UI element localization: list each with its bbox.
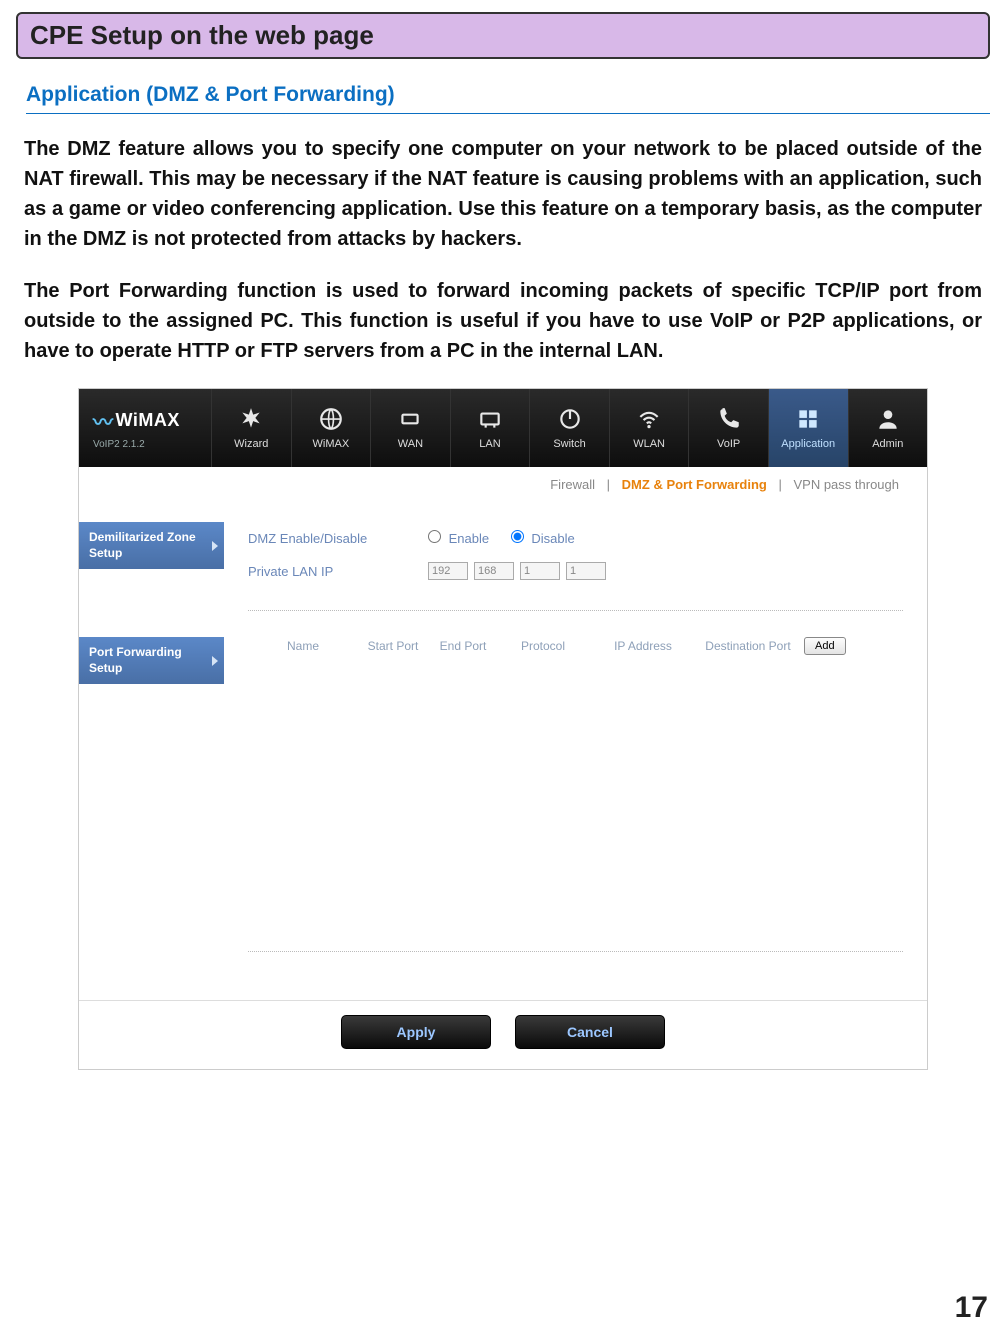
private-ip-row: Private LAN IP xyxy=(248,562,903,580)
separator-bottom xyxy=(248,951,903,952)
nav-admin[interactable]: Admin xyxy=(848,389,928,467)
subtab-firewall[interactable]: Firewall xyxy=(550,477,595,492)
wifi-icon xyxy=(636,406,662,432)
pf-table-header: Name Start Port End Port Protocol IP Add… xyxy=(248,631,903,661)
nav-wlan[interactable]: WLAN xyxy=(609,389,689,467)
private-ip-label: Private LAN IP xyxy=(248,564,428,579)
phone-icon xyxy=(716,406,742,432)
col-dest-port: Destination Port xyxy=(698,639,798,653)
globe-icon xyxy=(318,406,344,432)
main-panel: DMZ Enable/Disable Enable Disable Privat… xyxy=(224,500,927,1000)
radio-disable-label: Disable xyxy=(531,531,574,546)
section-heading: Application (DMZ & Port Forwarding) xyxy=(26,83,990,114)
sidebar-item-dmz[interactable]: Demilitarized Zone Setup xyxy=(79,522,224,569)
logo-swoosh-icon: 〰 xyxy=(93,406,114,435)
nav-items: Wizard WiMAX WAN LAN Switch xyxy=(211,389,927,467)
sub-tab-bar: Firewall | DMZ & Port Forwarding | VPN p… xyxy=(79,467,927,500)
nav-label: WAN xyxy=(398,438,423,450)
top-nav-bar: 〰 WiMAX VoIP2 2.1.2 Wizard WiMAX WAN xyxy=(79,389,927,467)
dmz-radio-group: Enable Disable xyxy=(428,530,593,546)
nav-lan[interactable]: LAN xyxy=(450,389,530,467)
col-protocol: Protocol xyxy=(498,639,588,653)
admin-icon xyxy=(875,406,901,432)
page-number: 17 xyxy=(955,1291,988,1325)
empty-area xyxy=(248,661,903,921)
power-icon xyxy=(557,406,583,432)
nav-label: Switch xyxy=(553,438,585,450)
ip-octet-1[interactable] xyxy=(428,562,468,580)
nav-application[interactable]: Application xyxy=(768,389,848,467)
nav-label: Application xyxy=(781,438,835,450)
radio-enable[interactable] xyxy=(428,530,441,543)
nav-label: VoIP xyxy=(717,438,740,450)
subtab-sep: | xyxy=(607,477,610,492)
ip-octet-4[interactable] xyxy=(566,562,606,580)
add-button[interactable]: Add xyxy=(804,637,846,655)
ip-input-group xyxy=(428,562,606,580)
sidebar-item-portforwarding[interactable]: Port Forwarding Setup xyxy=(79,637,224,684)
content-area: Demilitarized Zone Setup Port Forwarding… xyxy=(79,500,927,1000)
nav-label: WLAN xyxy=(633,438,665,450)
col-name: Name xyxy=(248,639,358,653)
nav-wizard[interactable]: Wizard xyxy=(211,389,291,467)
wan-icon xyxy=(397,406,423,432)
col-ip-address: IP Address xyxy=(588,639,698,653)
router-screenshot: 〰 WiMAX VoIP2 2.1.2 Wizard WiMAX WAN xyxy=(16,388,990,1070)
radio-enable-label: Enable xyxy=(449,531,489,546)
logo-text: WiMAX xyxy=(116,410,180,431)
banner-text: CPE Setup on the web page xyxy=(30,20,374,50)
nav-voip[interactable]: VoIP xyxy=(688,389,768,467)
nav-label: WiMAX xyxy=(313,438,350,450)
nav-label: Admin xyxy=(872,438,903,450)
dmz-enable-row: DMZ Enable/Disable Enable Disable xyxy=(248,530,903,546)
sidebar: Demilitarized Zone Setup Port Forwarding… xyxy=(79,500,224,1000)
version-label: VoIP2 2.1.2 xyxy=(93,439,145,450)
col-end-port: End Port xyxy=(428,639,498,653)
page-title-banner: CPE Setup on the web page xyxy=(16,12,990,59)
separator xyxy=(248,610,903,611)
nav-wan[interactable]: WAN xyxy=(370,389,450,467)
dmz-enable-label: DMZ Enable/Disable xyxy=(248,531,428,546)
paragraph-portforwarding: The Port Forwarding function is used to … xyxy=(24,276,982,366)
logo: 〰 WiMAX xyxy=(93,406,180,435)
nav-switch[interactable]: Switch xyxy=(529,389,609,467)
col-start-port: Start Port xyxy=(358,639,428,653)
ip-octet-3[interactable] xyxy=(520,562,560,580)
nav-label: Wizard xyxy=(234,438,268,450)
apply-button[interactable]: Apply xyxy=(341,1015,491,1049)
logo-area: 〰 WiMAX VoIP2 2.1.2 xyxy=(79,389,211,467)
nav-label: LAN xyxy=(479,438,500,450)
cancel-button[interactable]: Cancel xyxy=(515,1015,665,1049)
router-ui-frame: 〰 WiMAX VoIP2 2.1.2 Wizard WiMAX WAN xyxy=(78,388,928,1070)
subtab-vpn[interactable]: VPN pass through xyxy=(793,477,899,492)
subtab-dmz[interactable]: DMZ & Port Forwarding xyxy=(622,477,767,492)
subtab-sep: | xyxy=(778,477,781,492)
nav-wimax[interactable]: WiMAX xyxy=(291,389,371,467)
paragraph-dmz: The DMZ feature allows you to specify on… xyxy=(24,134,982,254)
ip-octet-2[interactable] xyxy=(474,562,514,580)
application-icon xyxy=(795,406,821,432)
lan-icon xyxy=(477,406,503,432)
radio-disable[interactable] xyxy=(511,530,524,543)
asterisk-icon xyxy=(238,406,264,432)
bottom-button-bar: Apply Cancel xyxy=(79,1000,927,1069)
